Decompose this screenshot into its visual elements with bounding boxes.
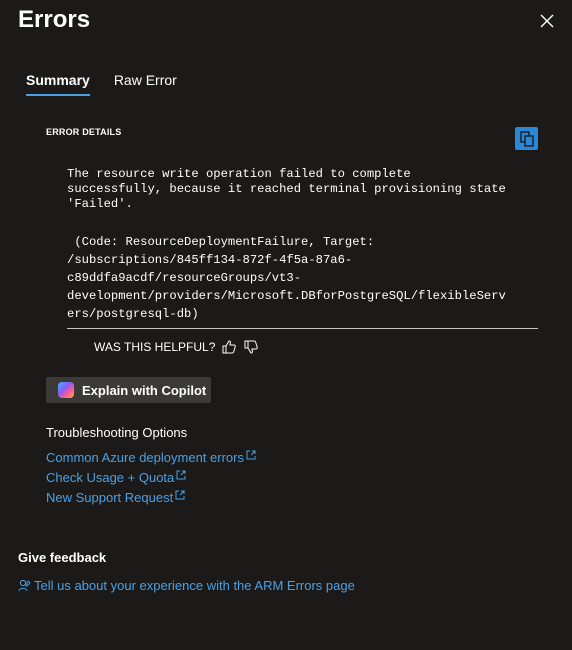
- helpful-prompt: WAS THIS HELPFUL?: [94, 339, 259, 355]
- error-detail: (Code: ResourceDeploymentFailure, Target…: [67, 235, 506, 321]
- helpful-label: WAS THIS HELPFUL?: [94, 340, 216, 354]
- panel-title: Errors: [18, 6, 91, 33]
- thumbs-down-icon[interactable]: [243, 339, 259, 355]
- feedback-link[interactable]: Tell us about your experience with the A…: [18, 578, 355, 593]
- copy-icon: [519, 130, 534, 147]
- tab-summary[interactable]: Summary: [26, 72, 90, 96]
- copilot-icon: [58, 382, 74, 398]
- give-feedback-title: Give feedback: [18, 550, 107, 565]
- check-usage-quota-link[interactable]: Check Usage + Quota: [46, 470, 256, 486]
- troubleshooting-title: Troubleshooting Options: [46, 425, 188, 440]
- explain-with-copilot-button[interactable]: Explain with Copilot: [46, 377, 211, 403]
- error-message: The resource write operation failed to c…: [67, 167, 506, 211]
- common-errors-link[interactable]: Common Azure deployment errors: [46, 450, 256, 466]
- external-link-icon: [246, 450, 256, 460]
- tab-bar: Summary Raw Error: [26, 72, 177, 96]
- feedback-person-icon: [18, 579, 31, 592]
- link-label: New Support Request: [46, 490, 174, 505]
- error-details-label: ERROR DETAILS: [46, 127, 122, 137]
- external-link-icon: [176, 470, 186, 480]
- new-support-request-link[interactable]: New Support Request: [46, 490, 256, 506]
- external-link-icon: [175, 490, 185, 500]
- close-icon[interactable]: [537, 11, 557, 31]
- divider: [67, 328, 538, 329]
- troubleshooting-links: Common Azure deployment errors Check Usa…: [46, 450, 256, 506]
- copilot-button-label: Explain with Copilot: [82, 382, 207, 398]
- feedback-link-label: Tell us about your experience with the A…: [34, 578, 355, 593]
- thumbs-up-icon[interactable]: [221, 339, 237, 355]
- link-label: Common Azure deployment errors: [46, 450, 244, 465]
- tab-raw-error[interactable]: Raw Error: [114, 72, 177, 96]
- link-label: Check Usage + Quota: [46, 470, 175, 485]
- copy-button[interactable]: [515, 127, 538, 150]
